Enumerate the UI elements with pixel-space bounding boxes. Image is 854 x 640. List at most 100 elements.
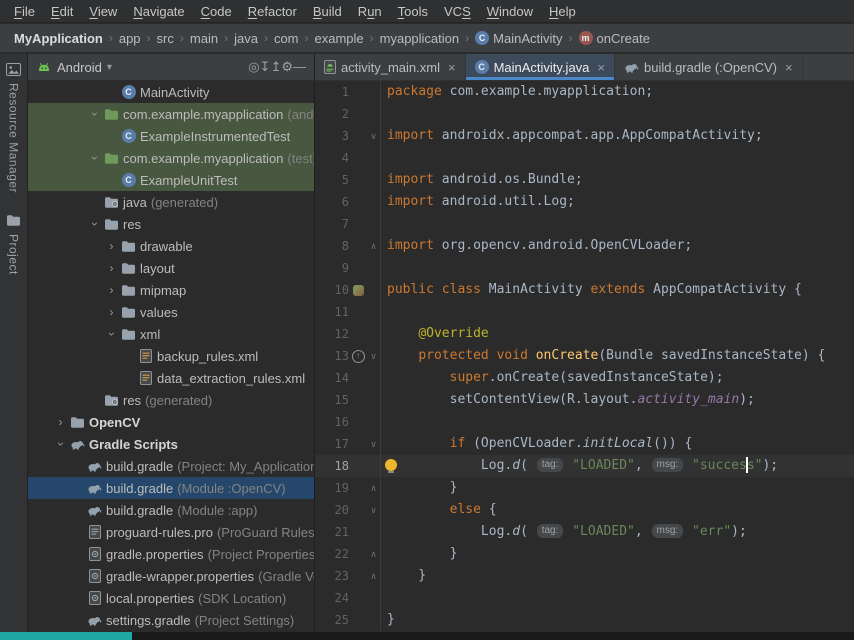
tree-item[interactable]: › values (28, 301, 314, 323)
menu-item-code[interactable]: Code (193, 2, 240, 21)
code-line[interactable]: 21 Log.d( tag: "LOADED", msg: "err"); (315, 521, 854, 543)
tree-chevron-icon[interactable]: › (104, 323, 119, 345)
breadcrumb-item[interactable]: CMainActivity (473, 31, 564, 46)
tree-chevron-icon[interactable]: › (104, 235, 119, 257)
fold-marker-icon[interactable]: ∨ (370, 351, 377, 361)
editor-tab[interactable]: CMainActivity.java × (466, 54, 615, 80)
menu-item-view[interactable]: View (81, 2, 125, 21)
breadcrumb-item[interactable]: com (272, 31, 301, 46)
code-line[interactable]: 24 (315, 587, 854, 609)
code-line[interactable]: 16 (315, 411, 854, 433)
code-line[interactable]: 4 (315, 147, 854, 169)
tree-chevron-icon[interactable]: › (104, 257, 119, 279)
menu-item-edit[interactable]: Edit (43, 2, 81, 21)
code-line[interactable]: 17 ∨ if (OpenCVLoader.initLocal()) { (315, 433, 854, 455)
tree-chevron-icon[interactable]: › (53, 433, 68, 455)
code-line[interactable]: 14 super.onCreate(savedInstanceState); (315, 367, 854, 389)
tree-chevron-icon[interactable]: › (87, 147, 102, 169)
tree-item[interactable]: C ExampleUnitTest (28, 169, 314, 191)
fold-end-marker-icon[interactable]: ∧ (370, 549, 377, 559)
project-view-selector[interactable]: Android (57, 60, 102, 75)
tree-item[interactable]: C MainActivity (28, 81, 314, 103)
tree-chevron-icon[interactable]: › (53, 411, 68, 433)
code-line[interactable]: 11 (315, 301, 854, 323)
code-line[interactable]: 23 ∧ } (315, 565, 854, 587)
breadcrumb-item[interactable]: myapplication (378, 31, 462, 46)
tree-item[interactable]: › xml (28, 323, 314, 345)
tree-item[interactable]: › OpenCV (28, 411, 314, 433)
close-icon[interactable]: × (448, 60, 456, 75)
tree-item[interactable]: gradle-wrapper.properties (Gradle Versio… (28, 565, 314, 587)
fold-marker-icon[interactable]: ∨ (370, 505, 377, 515)
tree-item[interactable]: › com.example.myapplication (androidTest… (28, 103, 314, 125)
fold-end-marker-icon[interactable]: ∧ (370, 571, 377, 581)
breadcrumb-item[interactable]: src (155, 31, 176, 46)
fold-marker-icon[interactable]: ∨ (370, 439, 377, 449)
menu-item-build[interactable]: Build (305, 2, 350, 21)
menu-item-run[interactable]: Run (350, 2, 390, 21)
code-line[interactable]: 2 (315, 103, 854, 125)
editor-tab[interactable]: build.gradle (:OpenCV) × (615, 54, 803, 80)
tree-chevron-icon[interactable]: › (87, 103, 102, 125)
close-icon[interactable]: × (597, 60, 605, 75)
menu-item-file[interactable]: File (6, 2, 43, 21)
menu-item-help[interactable]: Help (541, 2, 584, 21)
menu-item-vcs[interactable]: VCS (436, 2, 479, 21)
settings-icon[interactable]: ⚙ (281, 59, 293, 74)
tree-item[interactable]: data_extraction_rules.xml (28, 367, 314, 389)
code-line[interactable]: 15 setContentView(R.layout.activity_main… (315, 389, 854, 411)
tree-chevron-icon[interactable]: › (104, 301, 119, 323)
tree-item[interactable]: proguard-rules.pro (ProGuard Rules for :… (28, 521, 314, 543)
tree-item[interactable]: settings.gradle (Project Settings) (28, 609, 314, 631)
code-line[interactable]: 10 public class MainActivity extends App… (315, 279, 854, 301)
code-line[interactable]: 13 ↑∨ protected void onCreate(Bundle sav… (315, 345, 854, 367)
breadcrumb-item[interactable]: monCreate (577, 31, 652, 46)
tree-item[interactable]: build.gradle (Project: My_Application) (28, 455, 314, 477)
breadcrumb-item[interactable]: main (188, 31, 220, 46)
stripe-button-resource-manager[interactable]: Resource Manager (0, 54, 27, 205)
code-line[interactable]: 5 import android.os.Bundle; (315, 169, 854, 191)
code-editor[interactable]: 1 package com.example.myapplication; 2 3… (315, 81, 854, 631)
tree-item[interactable]: › drawable (28, 235, 314, 257)
breadcrumb-item[interactable]: app (117, 31, 143, 46)
code-line[interactable]: 9 (315, 257, 854, 279)
editor-tab[interactable]: activity_main.xml × (315, 54, 466, 80)
menu-item-navigate[interactable]: Navigate (125, 2, 192, 21)
tree-item[interactable]: › res (28, 213, 314, 235)
locate-file-icon[interactable]: ◎ (248, 59, 259, 74)
tree-item[interactable]: › layout (28, 257, 314, 279)
code-line[interactable]: 7 (315, 213, 854, 235)
run-class-icon[interactable] (353, 285, 364, 296)
intention-bulb-icon[interactable] (385, 459, 397, 471)
hide-icon[interactable]: — (293, 59, 306, 74)
menu-item-refactor[interactable]: Refactor (240, 2, 305, 21)
tree-item[interactable]: build.gradle (Module :app) (28, 499, 314, 521)
tree-item[interactable]: local.properties (SDK Location) (28, 587, 314, 609)
code-line[interactable]: 3 ∨ import androidx.appcompat.app.AppCom… (315, 125, 854, 147)
tree-chevron-icon[interactable]: › (104, 279, 119, 301)
code-line[interactable]: 1 package com.example.myapplication; (315, 81, 854, 103)
tree-item[interactable]: build.gradle (Module :OpenCV) (28, 477, 314, 499)
tree-item[interactable]: backup_rules.xml (28, 345, 314, 367)
code-line[interactable]: 20 ∨ else { (315, 499, 854, 521)
tree-item[interactable]: java (generated) (28, 191, 314, 213)
breadcrumb-item[interactable]: MyApplication (12, 31, 105, 46)
code-line[interactable]: 12 @Override (315, 323, 854, 345)
stripe-button-project[interactable]: Project (0, 205, 27, 287)
code-line[interactable]: 6 import android.util.Log; (315, 191, 854, 213)
expand-all-icon[interactable]: ↧ (260, 59, 271, 74)
fold-marker-icon[interactable]: ∨ (370, 131, 377, 141)
fold-end-marker-icon[interactable]: ∧ (370, 483, 377, 493)
tree-item[interactable]: res (generated) (28, 389, 314, 411)
code-line[interactable]: 19 ∧ } (315, 477, 854, 499)
code-line[interactable]: 25 } (315, 609, 854, 631)
override-marker-icon[interactable]: ↑ (352, 350, 365, 363)
collapse-all-icon[interactable]: ↥ (270, 59, 281, 74)
tree-chevron-icon[interactable]: › (87, 213, 102, 235)
tree-item[interactable]: › mipmap (28, 279, 314, 301)
tree-item[interactable]: › Gradle Scripts (28, 433, 314, 455)
code-line[interactable]: 8 ∧ import org.opencv.android.OpenCVLoad… (315, 235, 854, 257)
fold-end-marker-icon[interactable]: ∧ (370, 241, 377, 251)
tree-item[interactable]: › com.example.myapplication (test) (28, 147, 314, 169)
breadcrumb-item[interactable]: java (232, 31, 260, 46)
